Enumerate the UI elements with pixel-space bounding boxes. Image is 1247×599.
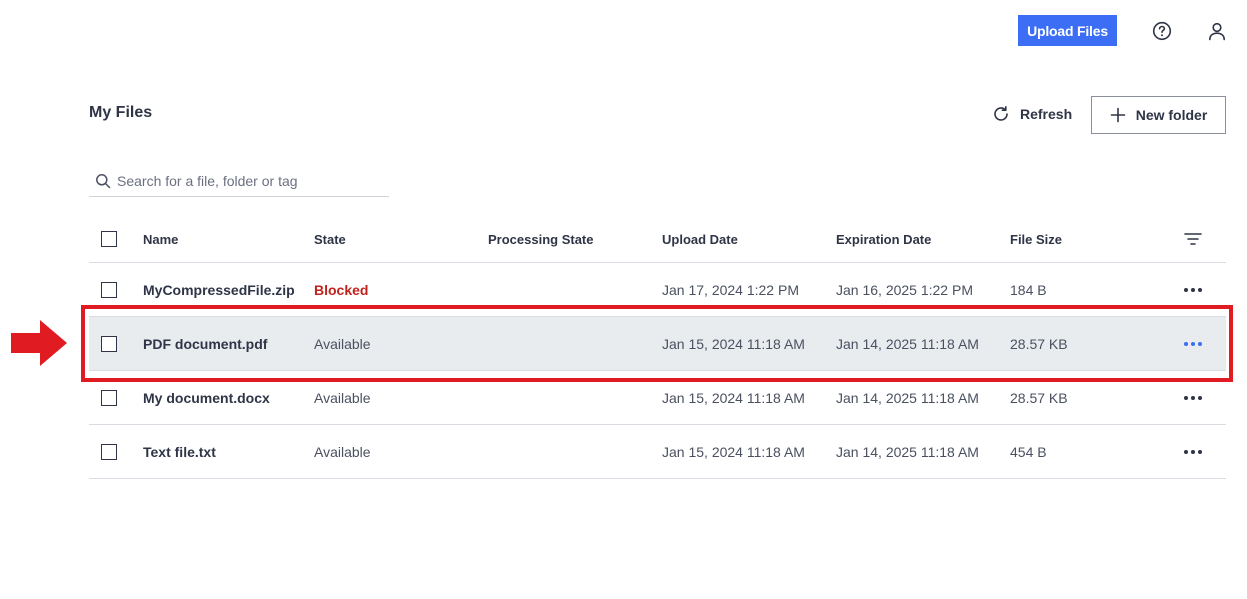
file-size: 28.57 KB (1010, 335, 1068, 352)
new-folder-button[interactable]: New folder (1091, 96, 1226, 134)
file-size: 184 B (1010, 281, 1047, 298)
more-options-icon[interactable] (1184, 446, 1202, 458)
search-bar (89, 166, 389, 197)
column-header-name[interactable]: Name (143, 216, 178, 262)
new-folder-label: New folder (1135, 107, 1208, 123)
annotation-arrow-icon (11, 320, 67, 371)
table-row[interactable]: Text file.txt Available Jan 15, 2024 11:… (89, 425, 1226, 479)
row-checkbox[interactable] (101, 335, 117, 352)
file-name[interactable]: Text file.txt (143, 425, 216, 478)
file-expiration-date: Jan 14, 2025 11:18 AM (836, 389, 979, 406)
file-expiration-date: Jan 14, 2025 11:18 AM (836, 335, 979, 352)
table-row[interactable]: MyCompressedFile.zip Blocked Jan 17, 202… (89, 263, 1226, 317)
file-size: 454 B (1010, 443, 1047, 460)
file-upload-date: Jan 15, 2024 11:18 AM (662, 335, 805, 352)
help-circle-icon[interactable] (1151, 20, 1173, 42)
user-icon[interactable] (1206, 20, 1228, 42)
row-checkbox[interactable] (101, 443, 117, 460)
refresh-icon (992, 105, 1010, 123)
file-state: Available (314, 443, 371, 460)
table-header: Name State Processing State Upload Date … (89, 216, 1226, 263)
row-checkbox[interactable] (101, 281, 117, 298)
file-name[interactable]: MyCompressedFile.zip (143, 263, 295, 316)
select-all-checkbox[interactable] (101, 231, 117, 247)
file-upload-date: Jan 17, 2024 1:22 PM (662, 281, 799, 298)
column-header-upload-date[interactable]: Upload Date (662, 216, 738, 262)
table-row[interactable]: PDF document.pdf Available Jan 15, 2024 … (89, 317, 1226, 371)
file-state: Available (314, 389, 371, 406)
refresh-label: Refresh (1020, 106, 1073, 122)
file-expiration-date: Jan 16, 2025 1:22 PM (836, 281, 973, 298)
file-upload-date: Jan 15, 2024 11:18 AM (662, 443, 805, 460)
search-input[interactable] (117, 173, 377, 189)
file-state: Available (314, 335, 371, 352)
upload-files-button[interactable]: Upload Files (1018, 15, 1117, 46)
page-title: My Files (89, 104, 153, 121)
file-size: 28.57 KB (1010, 389, 1068, 406)
file-expiration-date: Jan 14, 2025 11:18 AM (836, 443, 979, 460)
file-manager-page: Upload Files My Files Refresh New folder… (0, 0, 1247, 599)
refresh-button[interactable]: Refresh (992, 103, 1072, 125)
file-state: Blocked (314, 281, 369, 298)
column-header-file-size[interactable]: File Size (1010, 216, 1062, 262)
row-checkbox[interactable] (101, 389, 117, 406)
table-row[interactable]: My document.docx Available Jan 15, 2024 … (89, 371, 1226, 425)
more-options-icon[interactable] (1184, 392, 1202, 404)
search-icon (89, 173, 117, 189)
column-header-expiration-date[interactable]: Expiration Date (836, 216, 931, 262)
column-header-processing-state[interactable]: Processing State (488, 216, 594, 262)
file-upload-date: Jan 15, 2024 11:18 AM (662, 389, 805, 406)
more-options-icon[interactable] (1184, 338, 1202, 350)
file-name[interactable]: My document.docx (143, 371, 270, 424)
more-options-icon[interactable] (1184, 284, 1202, 296)
file-name[interactable]: PDF document.pdf (143, 317, 267, 370)
plus-icon (1110, 107, 1126, 123)
column-header-state[interactable]: State (314, 216, 346, 262)
files-table: Name State Processing State Upload Date … (89, 216, 1226, 479)
filter-icon[interactable] (1184, 232, 1202, 246)
